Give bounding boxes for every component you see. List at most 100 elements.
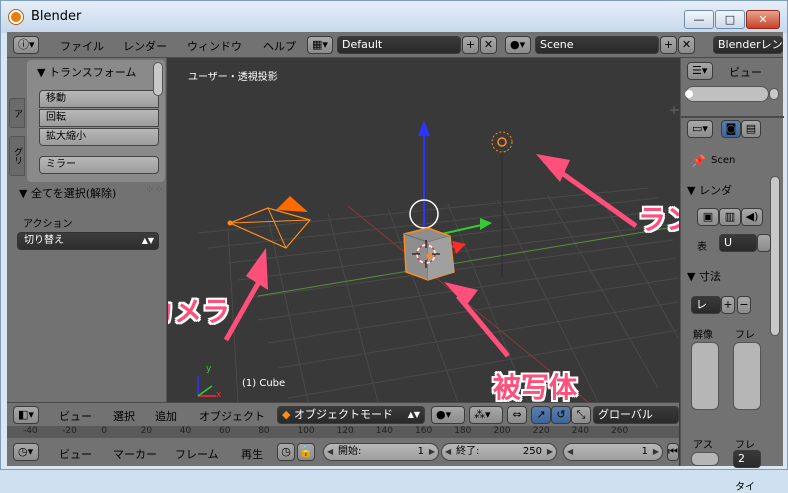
render-audio-button[interactable]: ◀) xyxy=(741,208,763,226)
info-editor-type-button[interactable]: ⓘ▾ xyxy=(13,36,39,54)
menu-object[interactable]: オブジェクト xyxy=(199,408,265,424)
current-frame-field[interactable]: ◀ 1 ▶ xyxy=(563,443,663,461)
ruler-tick-label: 180 xyxy=(454,426,472,436)
plus-icon: + xyxy=(465,38,476,51)
x-icon: ✕ xyxy=(681,38,692,51)
outliner-view-menu[interactable]: ビュー xyxy=(729,64,762,80)
cube-icon: ◧▾ xyxy=(18,408,34,421)
right-panels: ☰▾ ビュー ▭▾ ◙ ▤ 📌 Scen ▼ レンダ ▣ ▥ ◀) 表 U ▼ … xyxy=(680,58,784,493)
translate-manipulator-button[interactable]: ↗ xyxy=(531,406,551,424)
lamp-object[interactable] xyxy=(491,131,513,278)
manipulator-toggle[interactable]: ⇔ xyxy=(507,406,527,424)
time-stretch-label: タイ xyxy=(735,482,755,493)
interaction-mode-dropdown[interactable]: ◆ オブジェクトモード ▲▼ xyxy=(277,406,425,424)
outliner-icon: ☰▾ xyxy=(692,64,708,77)
viewport-scene xyxy=(197,106,679,402)
outliner-scrollbar[interactable] xyxy=(769,88,779,100)
screen-layout-field[interactable]: Default xyxy=(337,36,461,54)
frame-rate-dropdown[interactable]: 2 xyxy=(733,450,761,468)
menu-select[interactable]: 選択 xyxy=(113,408,135,424)
ruler-tick-label: 20 xyxy=(140,426,153,436)
transform-orientation-dropdown[interactable]: グローバル xyxy=(593,406,679,424)
jump-start-button[interactable]: ⏮ xyxy=(667,443,679,461)
render-tab-button[interactable]: ◙ xyxy=(721,120,741,138)
mirror-button[interactable]: ミラー xyxy=(39,156,159,174)
menu-help[interactable]: ヘルプ xyxy=(263,38,296,54)
plus-icon: + xyxy=(663,38,674,51)
render-image-button[interactable]: ▣ xyxy=(697,208,719,226)
resolution-fields[interactable] xyxy=(691,342,719,410)
cube-object[interactable] xyxy=(403,227,455,281)
dimensions-panel-title[interactable]: ▼ 寸法 xyxy=(687,268,721,284)
solid-shading-icon: ●▾ xyxy=(436,408,452,421)
close-button[interactable]: ✕ xyxy=(746,10,780,29)
end-frame-field[interactable]: ◀ 終了: 250 ▶ xyxy=(441,443,557,461)
action-dropdown[interactable]: 切り替え ▲▼ xyxy=(17,232,159,250)
aspect-fields[interactable] xyxy=(691,452,719,466)
rotate-button[interactable]: 回転 xyxy=(39,109,159,127)
lock-icon[interactable]: 🔒 xyxy=(297,443,315,461)
display-label: 表 xyxy=(697,242,707,253)
preview-range-button[interactable]: ◷ xyxy=(277,443,295,461)
operator-panel-title[interactable]: ▼ 全てを選択(解除) xyxy=(19,185,116,201)
timeline-menu-playback[interactable]: 再生 xyxy=(241,446,263,462)
outliner-editor-type-button[interactable]: ☰▾ xyxy=(687,62,713,80)
drag-handle-icon[interactable]: ⁘⁘ xyxy=(145,183,163,196)
minimize-button[interactable]: — xyxy=(684,10,714,29)
viewport-shading-button[interactable]: ●▾ xyxy=(431,406,465,424)
axis-x-label: x xyxy=(216,390,222,400)
scale-manipulator-button[interactable]: ⤡ xyxy=(571,406,591,424)
remove-scene-button[interactable]: ✕ xyxy=(678,36,695,54)
annotation-object: 被写体 xyxy=(493,371,578,402)
timeline-menu-view[interactable]: ビュー xyxy=(59,446,92,462)
properties-scrollbar[interactable] xyxy=(770,176,780,336)
tool-shelf-scrollbar[interactable] xyxy=(153,62,163,96)
pivot-point-button[interactable]: ⁂▾ xyxy=(469,406,503,424)
properties-editor-type-button[interactable]: ▭▾ xyxy=(687,120,713,138)
add-screen-button[interactable]: + xyxy=(462,36,479,54)
render-animation-button[interactable]: ▥ xyxy=(719,208,741,226)
display-dropdown[interactable]: U xyxy=(719,234,757,252)
frame-range-fields[interactable] xyxy=(733,342,761,410)
timeline-ruler[interactable]: -40 -20 0 20 40 60 80 100 120 140 160 180 200 220 240 2… xyxy=(7,426,679,438)
object-mode-icon: ◆ xyxy=(282,408,291,421)
timeline-menu-marker[interactable]: マーカー xyxy=(113,446,157,462)
scene-field[interactable]: Scene xyxy=(535,36,659,54)
render-panel-title[interactable]: ▼ レンダ xyxy=(687,182,732,198)
maximize-button[interactable]: □ xyxy=(715,10,745,29)
outliner-search[interactable] xyxy=(685,86,769,102)
remove-preset-button[interactable]: − xyxy=(737,296,751,314)
start-frame-value: 1 xyxy=(417,446,424,457)
skip-back-icon: ⏮ xyxy=(668,445,678,458)
camera-object[interactable] xyxy=(227,196,312,249)
scale-button[interactable]: 拡大縮小 xyxy=(39,128,159,146)
properties-icon: ▭▾ xyxy=(692,122,708,135)
menu-file[interactable]: ファイル xyxy=(60,38,104,54)
menu-window[interactable]: ウィンドウ xyxy=(187,38,242,54)
pin-icon[interactable]: 📌 xyxy=(691,154,706,168)
tab-grease-pencil[interactable]: グリ xyxy=(9,136,25,176)
render-engine-dropdown[interactable]: Blenderレン xyxy=(713,36,783,54)
render-preset-dropdown[interactable]: レ xyxy=(691,296,721,314)
lock-interface-icon[interactable] xyxy=(757,234,771,252)
rotate-manipulator-button[interactable]: ↺ xyxy=(551,406,571,424)
timeline-editor-type-button[interactable]: ◷▾ xyxy=(13,443,39,461)
menu-render[interactable]: レンダー xyxy=(123,38,167,54)
transform-panel-title[interactable]: ▼ トランスフォーム xyxy=(37,64,136,80)
3d-viewport[interactable]: ユーザー・透視投影 (1) Cube y x カメラ ランプ 被写体 xyxy=(168,58,679,402)
start-frame-field[interactable]: ◀ 開始: 1 ▶ xyxy=(323,443,439,461)
render-layers-tab-button[interactable]: ▤ xyxy=(741,120,761,138)
menu-view[interactable]: ビュー xyxy=(59,408,92,424)
menu-add[interactable]: 追加 xyxy=(155,408,177,424)
screen-layout-icon-button[interactable]: ▦▾ xyxy=(307,36,333,54)
add-preset-button[interactable]: + xyxy=(721,296,735,314)
3d-view-editor-type-button[interactable]: ◧▾ xyxy=(13,406,39,424)
start-frame-label: 開始: xyxy=(338,446,362,457)
updown-arrow-icon: ▲▼ xyxy=(141,236,154,245)
add-scene-button[interactable]: + xyxy=(660,36,677,54)
tab-animation[interactable]: ア xyxy=(9,98,25,128)
remove-screen-button[interactable]: ✕ xyxy=(480,36,497,54)
timeline-menu-frame[interactable]: フレーム xyxy=(175,446,219,462)
translate-button[interactable]: 移動 xyxy=(39,90,159,108)
scene-icon-button[interactable]: ●▾ xyxy=(505,36,531,54)
